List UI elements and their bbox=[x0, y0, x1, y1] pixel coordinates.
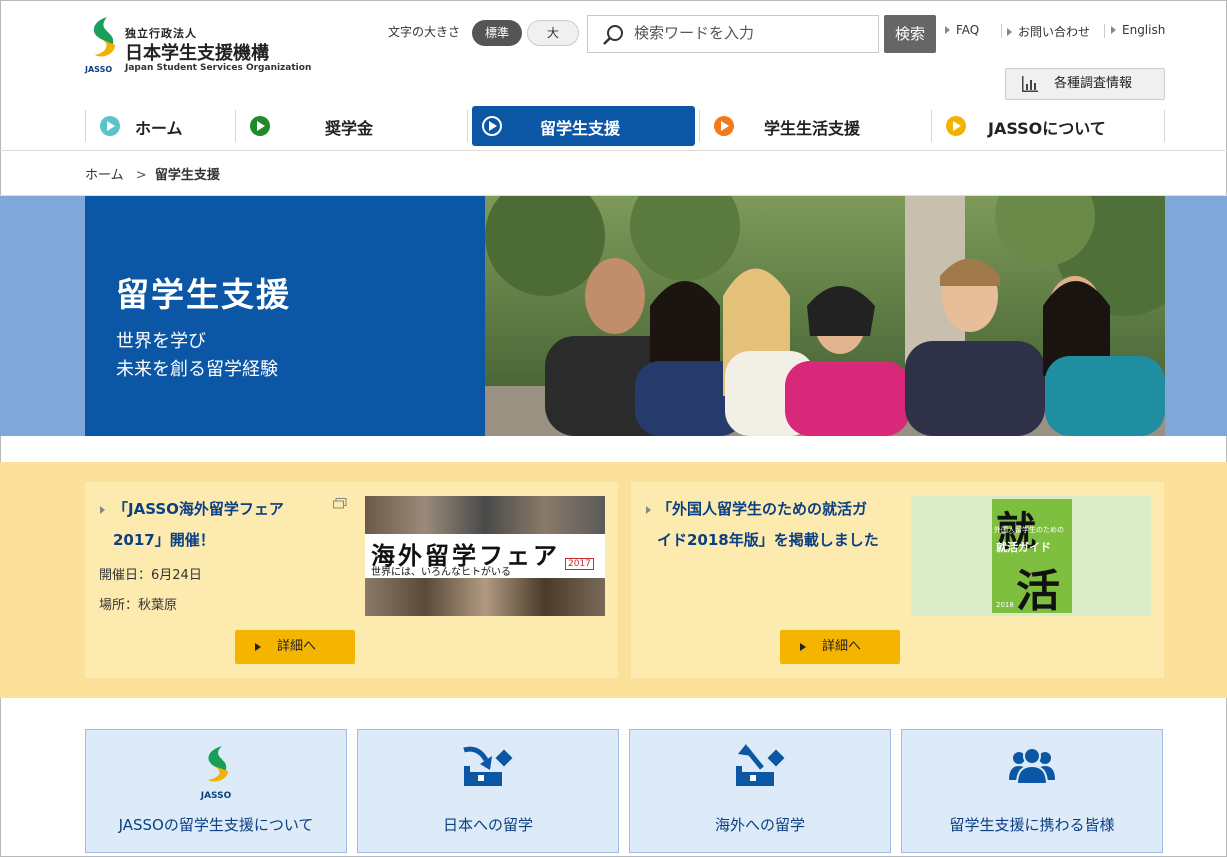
detail-button[interactable]: 詳細へ bbox=[780, 630, 900, 664]
arrow-right-icon bbox=[100, 506, 105, 514]
news-card: 「外国人留学生のための就活ガ イド2018年版」を掲載しました 就 外国人留学生… bbox=[631, 482, 1164, 678]
arrow-right-icon bbox=[1007, 28, 1012, 36]
site-logo[interactable]: JASSO 独立行政法人 日本学生支援機構 Japan Student Serv… bbox=[85, 15, 311, 77]
news-card: 「JASSO海外留学フェア 2017」開催！ 開催日：6月24日 場所：秋葉原 … bbox=[85, 482, 618, 678]
nav-item-label: 奨学金 bbox=[325, 119, 374, 138]
faq-link[interactable]: FAQ bbox=[945, 23, 979, 37]
divider bbox=[1104, 24, 1105, 38]
news-title-line2: 2017」開催！ bbox=[113, 531, 215, 549]
tile-label: 留学生支援に携わる皆様 bbox=[949, 816, 1115, 834]
job-guide-cover: 就 外国人留学生のための 就活ガイド 活 2018 bbox=[992, 499, 1072, 613]
news-title-line1: 「JASSO海外留学フェア bbox=[113, 500, 284, 518]
chevron-right-icon: > bbox=[135, 168, 147, 183]
play-icon bbox=[250, 116, 270, 136]
detail-button-label: 詳細へ bbox=[277, 639, 317, 654]
survey-info-button[interactable]: 各種調査情報 bbox=[1005, 68, 1165, 100]
tile-supporters[interactable]: 留学生支援に携わる皆様 bbox=[901, 729, 1163, 853]
external-window-icon bbox=[333, 498, 347, 509]
search-button[interactable]: 検索 bbox=[884, 15, 936, 53]
study-in-japan-icon bbox=[463, 746, 513, 786]
news-title[interactable]: 「外国人留学生のための就活ガ イド2018年版」を掲載しました bbox=[657, 494, 907, 556]
study-abroad-icon bbox=[736, 744, 785, 786]
detail-button[interactable]: 詳細へ bbox=[235, 630, 355, 664]
search-input[interactable] bbox=[634, 16, 864, 50]
faq-link-label: FAQ bbox=[956, 23, 980, 37]
cover-year: 2018 bbox=[996, 601, 1014, 609]
english-link[interactable]: English bbox=[1111, 23, 1165, 37]
hero-title: 留学生支援 bbox=[116, 275, 291, 314]
divider bbox=[467, 110, 468, 142]
breadcrumb: ホーム > 留学生支援 bbox=[85, 164, 220, 183]
divider bbox=[0, 150, 1227, 151]
play-icon bbox=[946, 116, 966, 136]
news-place: 場所：秋葉原 bbox=[99, 598, 178, 613]
tile-jasso-support[interactable]: JASSO JASSOの留学生支援について bbox=[85, 729, 347, 853]
arrow-right-icon bbox=[255, 643, 261, 651]
play-icon bbox=[100, 116, 120, 136]
font-size-large-button[interactable]: 大 bbox=[527, 20, 579, 46]
tile-label: JASSOの留学生支援について bbox=[118, 816, 314, 834]
news-title[interactable]: 「JASSO海外留学フェア 2017」開催！ bbox=[113, 494, 333, 556]
tile-study-abroad[interactable]: 海外への留学 bbox=[629, 729, 891, 853]
nav-item-scholarship[interactable]: 奨学金 bbox=[235, 106, 467, 146]
nav-item-about-jasso[interactable]: JASSOについて bbox=[931, 106, 1165, 146]
hero-subtitle-line2: 未来を創る留学経験 bbox=[116, 359, 278, 380]
people-icon bbox=[1009, 747, 1055, 785]
hero-subtitle: 世界を学び 未来を創る留学経験 bbox=[116, 328, 278, 384]
font-size-normal-button[interactable]: 標準 bbox=[472, 20, 522, 46]
nav-item-student-life[interactable]: 学生生活支援 bbox=[699, 106, 931, 146]
breadcrumb-current: 留学生支援 bbox=[154, 168, 220, 183]
news-image[interactable]: 就 外国人留学生のための 就活ガイド 活 2018 bbox=[911, 496, 1151, 616]
news-title-line2: イド2018年版」を掲載しました bbox=[657, 531, 879, 549]
fair-image-year: 2017 bbox=[565, 558, 594, 570]
font-size-label: 文字の大きさ bbox=[388, 25, 461, 39]
divider bbox=[1164, 110, 1165, 142]
tile-label: 日本への留学 bbox=[442, 816, 533, 834]
nav-item-label: 留学生支援 bbox=[540, 119, 621, 138]
search-icon bbox=[603, 25, 623, 45]
fair-image-subtitle: 世界には、いろんなヒトがいる bbox=[371, 567, 511, 578]
students-photo bbox=[485, 196, 1165, 436]
arrow-right-icon bbox=[646, 506, 651, 514]
cover-char-2: 活 bbox=[1016, 566, 1060, 613]
detail-button-label: 詳細へ bbox=[822, 639, 862, 654]
tile-study-in-japan[interactable]: 日本への留学 bbox=[357, 729, 619, 853]
tile-label: 海外への留学 bbox=[714, 816, 805, 834]
hero-panel bbox=[85, 196, 485, 436]
news-date: 開催日：6月24日 bbox=[99, 568, 202, 583]
jasso-logo-icon: JASSO bbox=[200, 746, 232, 801]
cover-small-text: 外国人留学生のための bbox=[994, 526, 1064, 534]
arrow-right-icon bbox=[1111, 26, 1116, 34]
hero-photo bbox=[485, 196, 1165, 436]
divider bbox=[1001, 24, 1002, 38]
cover-guide-text: 就活ガイド bbox=[996, 541, 1051, 554]
contact-link-label: お問い合わせ bbox=[1018, 25, 1091, 39]
arrow-right-icon bbox=[800, 643, 806, 651]
tile-logo-text: JASSO bbox=[200, 791, 232, 801]
search-box bbox=[587, 15, 879, 53]
logo-mark-text: JASSO bbox=[85, 65, 113, 74]
play-icon bbox=[482, 116, 502, 136]
contact-link[interactable]: お問い合わせ bbox=[1007, 23, 1090, 40]
english-link-label: English bbox=[1122, 23, 1166, 37]
play-icon bbox=[714, 116, 734, 136]
news-image[interactable]: 海外留学フェア 世界には、いろんなヒトがいる 2017 bbox=[365, 496, 605, 616]
news-title-line1: 「外国人留学生のための就活ガ bbox=[657, 500, 868, 518]
nav-item-label: JASSOについて bbox=[988, 119, 1106, 138]
breadcrumb-home[interactable]: ホーム bbox=[85, 168, 124, 183]
hero-subtitle-line1: 世界を学び bbox=[116, 331, 206, 352]
logo-line2: 日本学生支援機構 bbox=[125, 43, 269, 64]
arrow-right-icon bbox=[945, 26, 950, 34]
nav-item-label: 学生生活支援 bbox=[764, 119, 861, 138]
nav-item-international-students[interactable]: 留学生支援 bbox=[472, 106, 695, 146]
nav-item-home[interactable]: ホーム bbox=[85, 106, 235, 146]
nav-item-label: ホーム bbox=[135, 119, 183, 138]
global-nav: ホーム 奨学金 留学生支援 学生生活支援 JASSOについて bbox=[85, 106, 1165, 146]
logo-line3: Japan Student Services Organization bbox=[125, 63, 312, 73]
bar-chart-icon bbox=[1022, 76, 1038, 92]
survey-info-label: 各種調査情報 bbox=[1054, 76, 1133, 91]
